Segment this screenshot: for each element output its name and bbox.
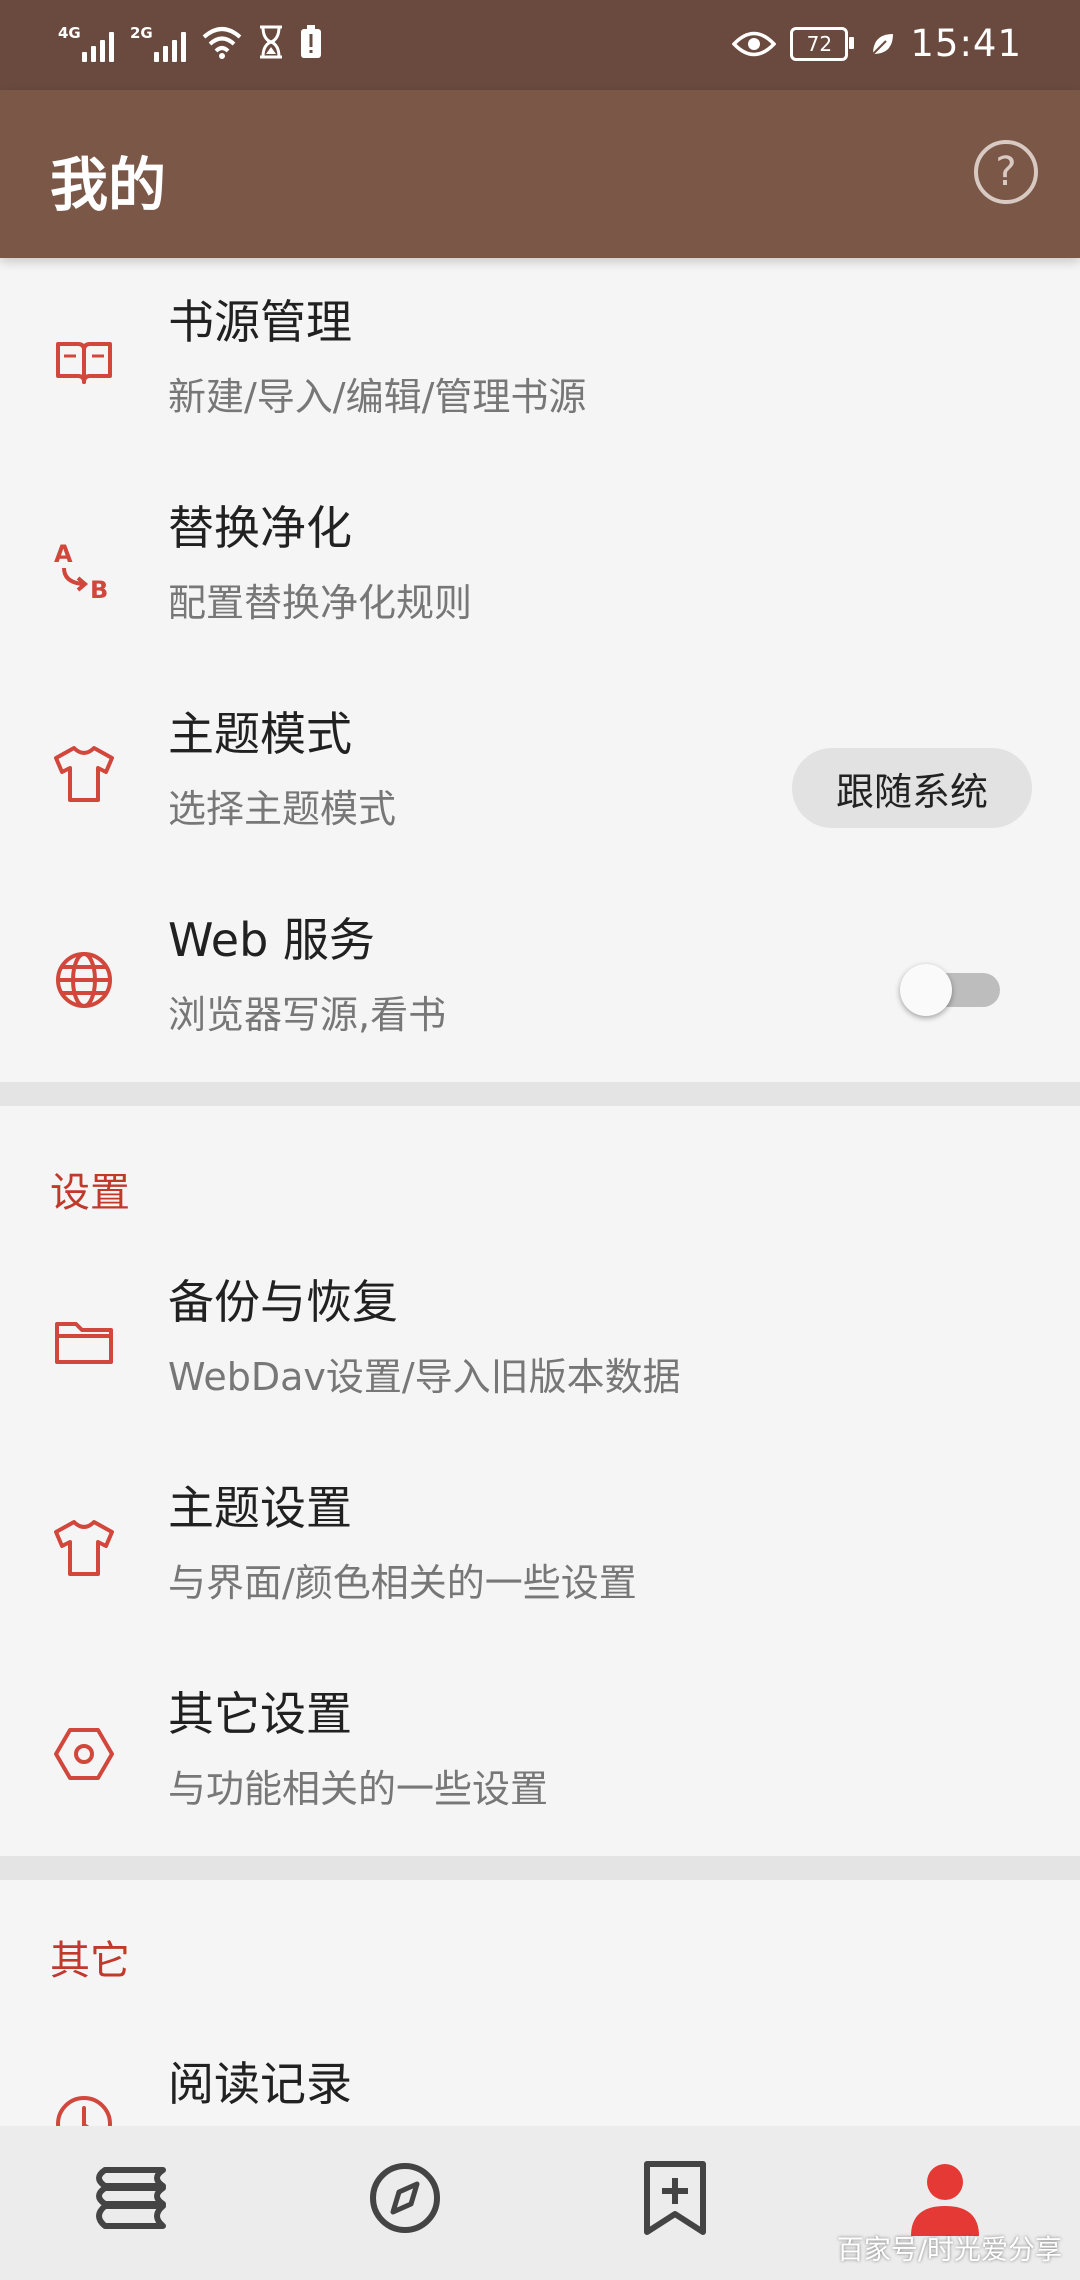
signal-4g-icon: 4G: [58, 22, 114, 62]
compass-icon: [370, 2163, 440, 2233]
signal-2g-icon: 2G: [130, 22, 186, 62]
alert-battery-icon: [301, 25, 321, 58]
backup-restore-item[interactable]: 备份与恢复 WebDav设置/导入旧版本数据: [0, 1238, 1080, 1444]
web-service-toggle[interactable]: [900, 964, 1000, 1016]
clock: 15:41: [910, 22, 1022, 65]
item-subtitle: 新建/导入/编辑/管理书源: [168, 375, 587, 419]
item-subtitle: 与功能相关的一些设置: [168, 1767, 549, 1811]
status-right: 72 15:41: [732, 22, 1022, 65]
folder-icon: [55, 1322, 113, 1364]
page-title: 我的: [50, 151, 167, 219]
item-title: 阅读记录: [168, 2057, 352, 2111]
item-subtitle: 配置替换净化规则: [168, 581, 473, 625]
tshirt-icon: [54, 746, 114, 802]
app-bar: 我的 ?: [0, 90, 1080, 258]
item-title: 主题设置: [168, 1481, 352, 1535]
settings-section-header: 设置: [50, 1170, 130, 1216]
replace-ab-icon: A B: [54, 540, 108, 600]
bookmark-add-icon: [644, 2161, 706, 2235]
svg-text:A: A: [54, 540, 73, 568]
replace-rule-item[interactable]: A B 替换净化 配置替换净化规则: [0, 464, 1080, 670]
hourglass-icon: [260, 25, 282, 59]
section-divider: [0, 1082, 1080, 1106]
item-subtitle: 选择主题模式: [168, 787, 397, 831]
watermark: 百家号/时光爱分享: [836, 2235, 1062, 2266]
battery-level: 72: [806, 31, 833, 56]
globe-icon: [56, 952, 112, 1008]
theme-mode-select[interactable]: 跟随系统: [792, 748, 1032, 828]
wifi-icon: [202, 27, 242, 59]
item-title: Web 服务: [168, 913, 375, 967]
theme-settings-item[interactable]: 主题设置 与界面/颜色相关的一些设置: [0, 1444, 1080, 1650]
battery-indicator: 72: [790, 26, 855, 61]
item-subtitle: WebDav设置/导入旧版本数据: [168, 1355, 681, 1399]
web-service-item[interactable]: Web 服务 浏览器写源,看书: [0, 876, 1080, 1082]
svg-text:B: B: [90, 576, 108, 600]
item-title: 其它设置: [168, 1687, 352, 1741]
status-left: 4G 2G: [58, 22, 322, 62]
item-title: 备份与恢复: [168, 1275, 398, 1329]
toggle-thumb: [900, 964, 952, 1016]
other-section-header: 其它: [50, 1938, 130, 1984]
eye-icon: [732, 31, 777, 56]
item-title: 替换净化: [168, 501, 352, 555]
other-settings-item[interactable]: 其它设置 与功能相关的一些设置: [0, 1650, 1080, 1856]
settings-hexagon-icon: [54, 1728, 114, 1780]
item-title: 书源管理: [168, 295, 352, 349]
status-bar: 4G 2G 72 15:41: [0, 0, 1080, 90]
network-type-label: 4G: [58, 24, 81, 42]
tshirt-icon: [54, 1520, 114, 1576]
section-divider: [0, 1856, 1080, 1880]
book-icon: [56, 342, 112, 384]
item-subtitle: 浏览器写源,看书: [168, 993, 447, 1037]
theme-mode-item[interactable]: 主题模式 选择主题模式 跟随系统: [0, 670, 1080, 876]
nav-bookshelf[interactable]: [85, 2148, 185, 2248]
item-title: 主题模式: [168, 707, 352, 761]
item-subtitle: 与界面/颜色相关的一些设置: [168, 1561, 637, 1605]
nav-subscribe[interactable]: [625, 2148, 725, 2248]
leaf-icon: [872, 33, 894, 55]
network-type-label: 2G: [130, 24, 153, 42]
nav-discover[interactable]: [355, 2148, 455, 2248]
bookshelf-icon: [96, 2167, 166, 2229]
book-source-item[interactable]: 书源管理 新建/导入/编辑/管理书源: [0, 258, 1080, 464]
help-icon: ?: [995, 149, 1017, 195]
help-button[interactable]: ?: [974, 140, 1038, 204]
